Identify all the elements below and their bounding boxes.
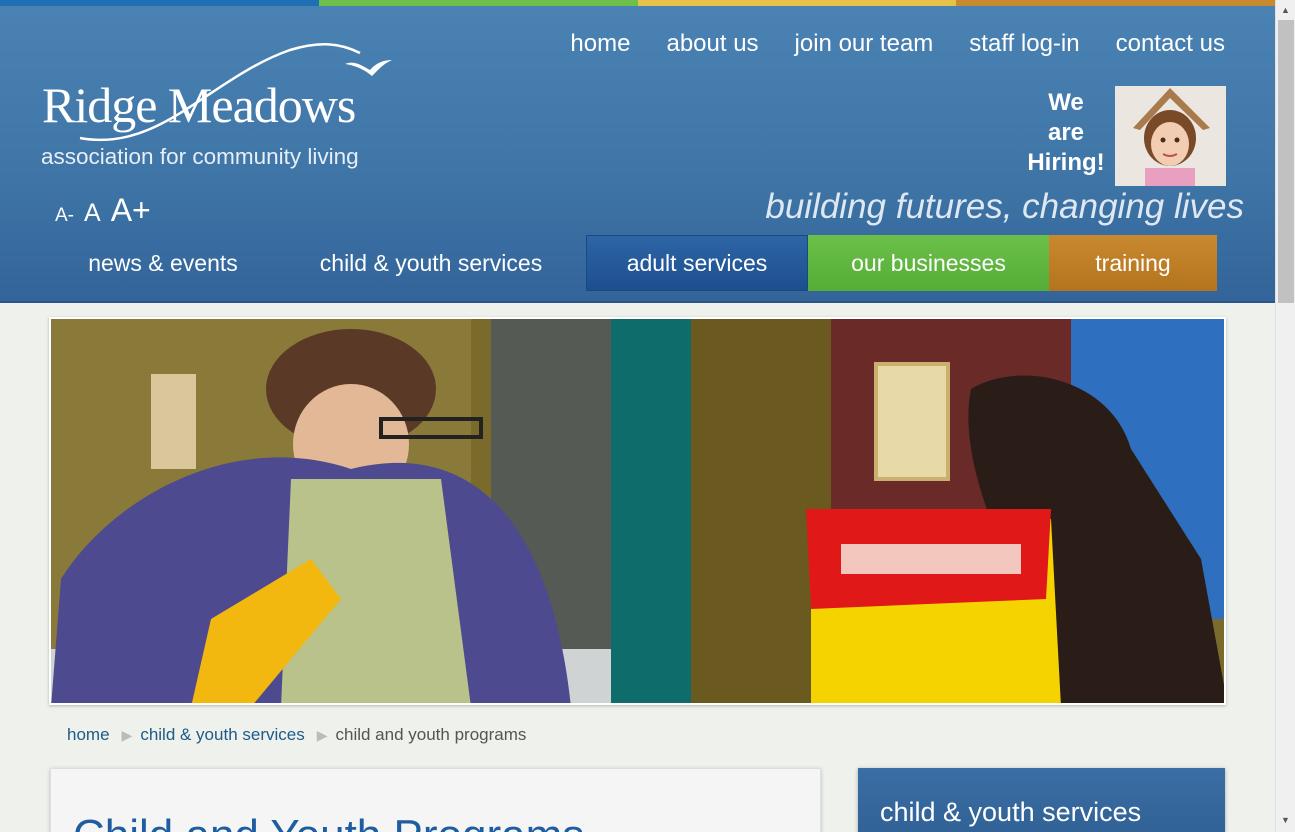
top-nav-contact-us[interactable]: contact us — [1116, 30, 1225, 58]
font-size-controls: A- A A+ — [55, 192, 151, 229]
top-nav: home about us join our team staff log-in… — [570, 30, 1225, 58]
main-nav-news-events[interactable]: news & events — [50, 235, 276, 291]
top-nav-home[interactable]: home — [570, 30, 630, 58]
site-header: Ridge Meadows association for community … — [0, 6, 1275, 303]
scrollbar-thumb[interactable] — [1278, 20, 1294, 303]
page-title: Child and Youth Programs — [73, 811, 584, 832]
site-slogan: building futures, changing lives — [765, 187, 1244, 226]
main-nav-adult-services[interactable]: adult services — [586, 235, 808, 291]
scroll-down-icon[interactable]: ▼ — [1281, 815, 1290, 825]
sidebar-title: child & youth services — [880, 797, 1142, 827]
site-logo[interactable]: Ridge Meadows association for community … — [40, 38, 410, 178]
breadcrumb: home ▶ child & youth services ▶ child an… — [67, 725, 526, 745]
top-nav-join-our-team[interactable]: join our team — [795, 30, 934, 58]
main-nav: news & events child & youth services adu… — [50, 235, 1217, 291]
font-increase-button[interactable]: A+ — [111, 192, 151, 229]
hero-image — [49, 317, 1226, 705]
top-nav-about-us[interactable]: about us — [666, 30, 758, 58]
hiring-photo — [1115, 86, 1226, 186]
main-nav-training[interactable]: training — [1049, 235, 1217, 291]
hiring-text: We are Hiring! — [1027, 89, 1105, 176]
breadcrumb-current: child and youth programs — [335, 725, 527, 744]
logo-name: Ridge Meadows — [42, 77, 356, 133]
breadcrumb-separator-icon: ▶ — [316, 726, 328, 743]
logo-tagline: association for community living — [41, 144, 359, 169]
scroll-up-icon[interactable]: ▲ — [1281, 5, 1290, 15]
main-nav-our-businesses[interactable]: our businesses — [808, 235, 1049, 291]
top-nav-staff-login[interactable]: staff log-in — [969, 30, 1079, 58]
main-nav-child-youth-services[interactable]: child & youth services — [276, 235, 586, 291]
breadcrumb-separator-icon: ▶ — [121, 726, 133, 743]
vertical-scrollbar[interactable]: ▲ ▼ — [1275, 0, 1295, 832]
font-reset-button[interactable]: A — [84, 199, 101, 228]
breadcrumb-home[interactable]: home — [67, 725, 110, 745]
hiring-banner[interactable]: We are Hiring! — [1022, 86, 1228, 188]
breadcrumb-section[interactable]: child & youth services — [140, 725, 304, 745]
main-content: Child and Youth Programs — [50, 768, 821, 832]
font-decrease-button[interactable]: A- — [55, 205, 74, 227]
sidebar-panel: child & youth services — [858, 768, 1225, 832]
